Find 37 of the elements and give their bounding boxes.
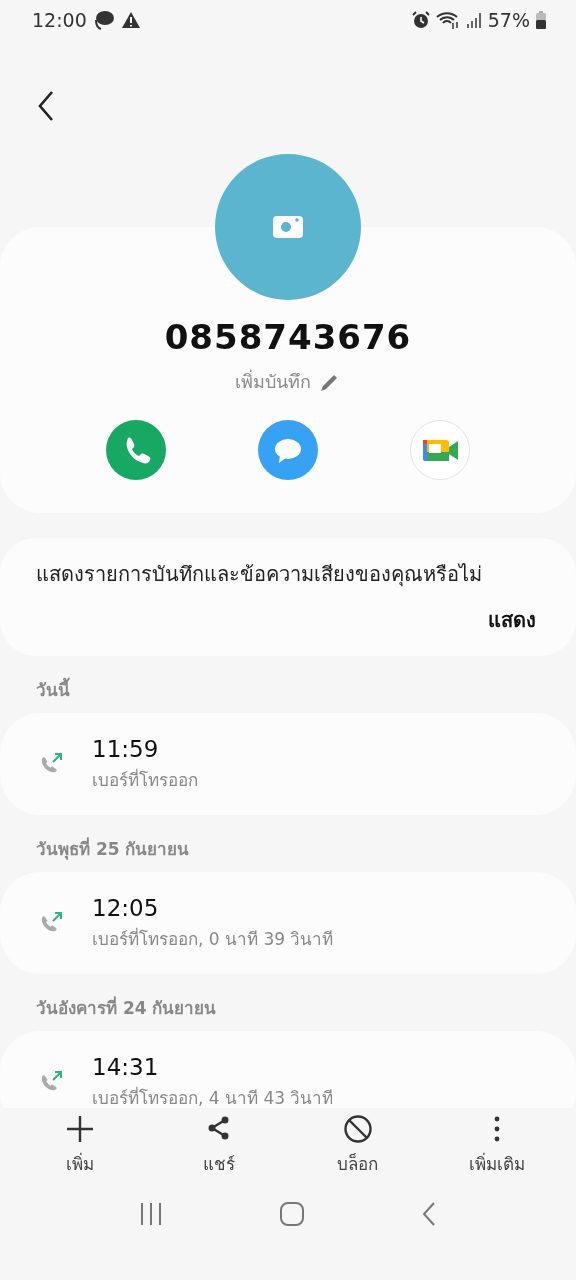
date-header: วันอังคารที่ 24 กันยายน (35, 995, 218, 1020)
call-time: 14:31 (92, 1053, 160, 1080)
call-detail: เบอร์ที่โทรออก (92, 767, 198, 792)
call-time: 11:59 (92, 735, 160, 762)
call-log-item[interactable]: 14:31 เบอร์ที่โทรออก, 4 นาที 43 วินาที (0, 1031, 576, 1108)
status-time: 12:00 (32, 9, 87, 31)
home-icon[interactable] (280, 1202, 304, 1226)
battery-icon (536, 11, 546, 29)
warning-icon (120, 11, 141, 29)
block-icon (342, 1114, 373, 1144)
toolbar-button[interactable]: บล็อก (302, 1114, 413, 1184)
back-nav-icon[interactable] (421, 1202, 438, 1226)
date-header: วันนี้ (0, 656, 576, 713)
video-call-button[interactable] (410, 420, 470, 480)
phone-number: 0858743676 (164, 317, 412, 357)
call-log-item[interactable]: 12:05 เบอร์ที่โทรออก, 0 นาที 39 วินาที (0, 872, 576, 974)
toolbar-button[interactable]: เพิ่มเติม (441, 1114, 552, 1184)
signal-icon (465, 11, 482, 29)
show-button[interactable]: แสดง (488, 604, 536, 636)
chat-icon (92, 10, 115, 30)
wifi-icon (435, 11, 460, 29)
toolbar-button[interactable]: เพิ่ม (24, 1114, 135, 1184)
call-detail: เบอร์ที่โทรออก, 4 นาที 43 วินาที (92, 1085, 334, 1108)
alarm-icon (411, 11, 430, 29)
message-button[interactable] (258, 420, 318, 480)
plus-icon (64, 1114, 95, 1144)
call-button[interactable] (106, 420, 166, 480)
call-detail: เบอร์ที่โทรออก, 0 นาที 39 วินาที (92, 926, 334, 951)
more-icon (493, 1114, 500, 1144)
call-log-item[interactable]: 11:59 เบอร์ที่โทรออก (0, 713, 576, 815)
avatar[interactable] (215, 154, 361, 300)
date-header: วันพุธที่ 25 กันยายน (35, 836, 191, 862)
call-time: 12:05 (92, 894, 160, 921)
banner-text: แสดงรายการบันทึกและข้อความเสียงของคุณหรือไม่ (36, 561, 483, 589)
toolbar-button[interactable]: แชร์ (163, 1114, 274, 1184)
recent-apps-icon[interactable] (138, 1202, 163, 1226)
battery-percent: 57% (487, 9, 530, 31)
